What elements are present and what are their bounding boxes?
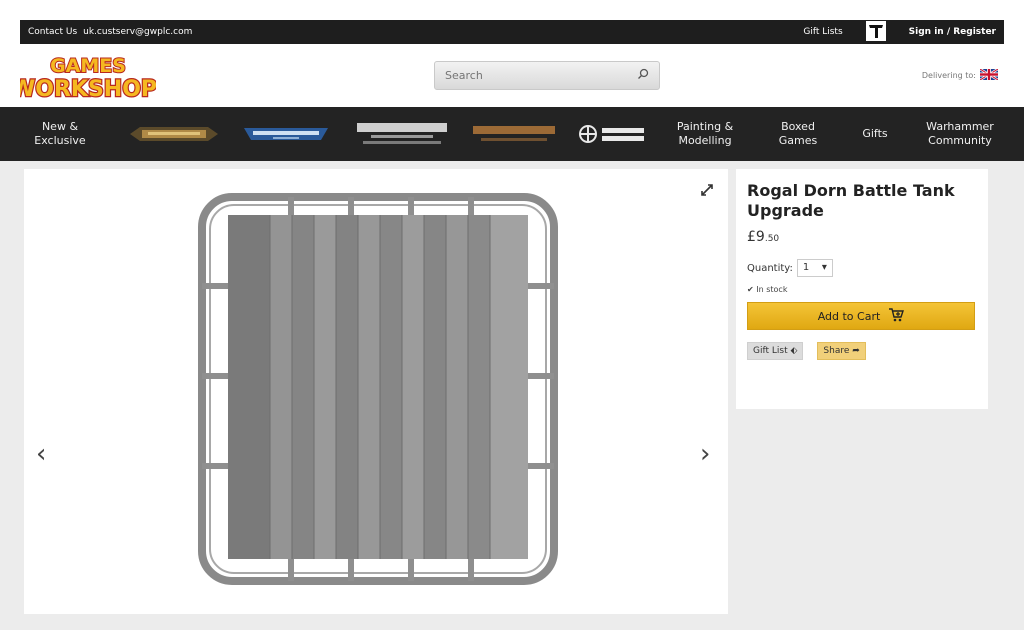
nav-label-line1: Gifts bbox=[862, 127, 888, 140]
nav-warhammer-40k[interactable] bbox=[228, 124, 344, 144]
share-arrow-icon: ➦ bbox=[852, 346, 860, 356]
page-top-strip bbox=[0, 0, 1024, 20]
expand-icon[interactable] bbox=[700, 183, 714, 201]
account-links: Gift Lists Sign in / Register bbox=[803, 20, 996, 44]
nav-new-exclusive[interactable]: New & Exclusive bbox=[0, 120, 120, 148]
uk-flag-icon bbox=[979, 67, 999, 82]
nav-label-line1: Boxed bbox=[781, 120, 815, 133]
age-of-sigmar-logo bbox=[130, 127, 218, 141]
nav-painting-modelling[interactable]: Painting & Modelling bbox=[658, 120, 752, 148]
nav-gifts[interactable]: Gifts bbox=[844, 127, 906, 141]
next-image-arrow[interactable]: › bbox=[700, 439, 710, 469]
product-sprue-image[interactable] bbox=[198, 193, 558, 585]
quantity-label: Quantity: bbox=[747, 262, 793, 274]
middle-earth-logo bbox=[473, 126, 555, 141]
chevron-down-icon: ▾ bbox=[821, 262, 827, 273]
contact-email-link[interactable]: uk.custserv@gwplc.com bbox=[83, 27, 192, 37]
nav-horus-heresy[interactable] bbox=[344, 120, 460, 148]
nav-label-line1: Warhammer bbox=[926, 120, 994, 133]
warhammer-40k-logo bbox=[244, 128, 328, 140]
delivering-label: Delivering to: bbox=[921, 71, 976, 80]
search-icon[interactable] bbox=[637, 68, 649, 83]
nav-warhammer-community[interactable]: Warhammer Community bbox=[906, 120, 1014, 148]
gift-list-label: Gift List bbox=[753, 346, 788, 356]
black-library-logo bbox=[579, 125, 644, 143]
nav-middle-earth[interactable] bbox=[460, 122, 568, 146]
nav-label-line2: Exclusive bbox=[34, 134, 86, 147]
stock-label: In stock bbox=[756, 285, 788, 294]
games-workshop-logo[interactable]: GAMES WORKSHOP bbox=[10, 52, 158, 103]
cart-icon bbox=[888, 307, 905, 325]
site-header: GAMES WORKSHOP Delivering to: bbox=[0, 44, 1024, 107]
gift-lists-link[interactable]: Gift Lists bbox=[803, 27, 842, 37]
add-to-cart-label: Add to Cart bbox=[817, 309, 881, 323]
delivery-country[interactable]: Delivering to: bbox=[921, 67, 999, 82]
nav-label-line1: Painting & bbox=[676, 120, 734, 133]
sign-in-register-link[interactable]: Sign in / Register bbox=[909, 27, 996, 37]
product-purchase-panel: Rogal Dorn Battle Tank Upgrade £9.50 Qua… bbox=[736, 169, 988, 409]
quantity-value: 1 bbox=[802, 262, 810, 273]
stock-status: ✔ In stock bbox=[747, 285, 977, 294]
quantity-row: Quantity: 1 ▾ bbox=[747, 259, 977, 277]
nav-label-line1: New & bbox=[41, 120, 79, 133]
product-price: £9.50 bbox=[747, 229, 977, 245]
share-button[interactable]: Share ➦ bbox=[817, 342, 866, 360]
contact-us-link[interactable]: Contact Us bbox=[28, 27, 77, 37]
product-page: ‹ › Rogal Dorn Battle Tank Upgrade £9.50… bbox=[0, 161, 1024, 630]
price-pence: .50 bbox=[764, 234, 780, 244]
add-to-cart-button[interactable]: Add to Cart bbox=[747, 302, 975, 330]
share-label: Share bbox=[823, 346, 850, 356]
main-navigation: New & Exclusive Painting & Modelling Box… bbox=[0, 107, 1024, 161]
price-main: £9 bbox=[747, 229, 765, 245]
product-image-gallery: ‹ › bbox=[24, 169, 728, 614]
search-input[interactable] bbox=[445, 69, 625, 82]
contact-info: Contact Us uk.custserv@gwplc.com bbox=[28, 27, 192, 37]
nav-label-line2: Community bbox=[928, 134, 992, 147]
top-utility-bar: Contact Us uk.custserv@gwplc.com Gift Li… bbox=[20, 20, 1004, 44]
gift-list-button[interactable]: Gift List ⬖ bbox=[747, 342, 804, 360]
secondary-actions: Gift List ⬖ Share ➦ bbox=[747, 342, 977, 360]
user-icon[interactable] bbox=[865, 20, 887, 44]
horus-heresy-logo bbox=[357, 123, 447, 144]
nav-age-of-sigmar[interactable] bbox=[120, 123, 228, 145]
nav-label-line2: Games bbox=[778, 134, 818, 147]
nav-label-line2: Modelling bbox=[678, 134, 732, 147]
quantity-select[interactable]: 1 ▾ bbox=[796, 259, 833, 277]
logo-text-games: GAMES bbox=[50, 55, 126, 77]
previous-image-arrow[interactable]: ‹ bbox=[36, 439, 46, 469]
logo-text-workshop: WORKSHOP bbox=[20, 77, 156, 102]
search-box[interactable] bbox=[434, 61, 660, 90]
product-title: Rogal Dorn Battle Tank Upgrade bbox=[747, 181, 955, 220]
nav-boxed-games[interactable]: Boxed Games bbox=[752, 120, 844, 148]
nav-black-library[interactable] bbox=[568, 122, 658, 146]
tag-icon: ⬖ bbox=[790, 346, 798, 356]
checkmark-icon: ✔ bbox=[747, 285, 754, 294]
